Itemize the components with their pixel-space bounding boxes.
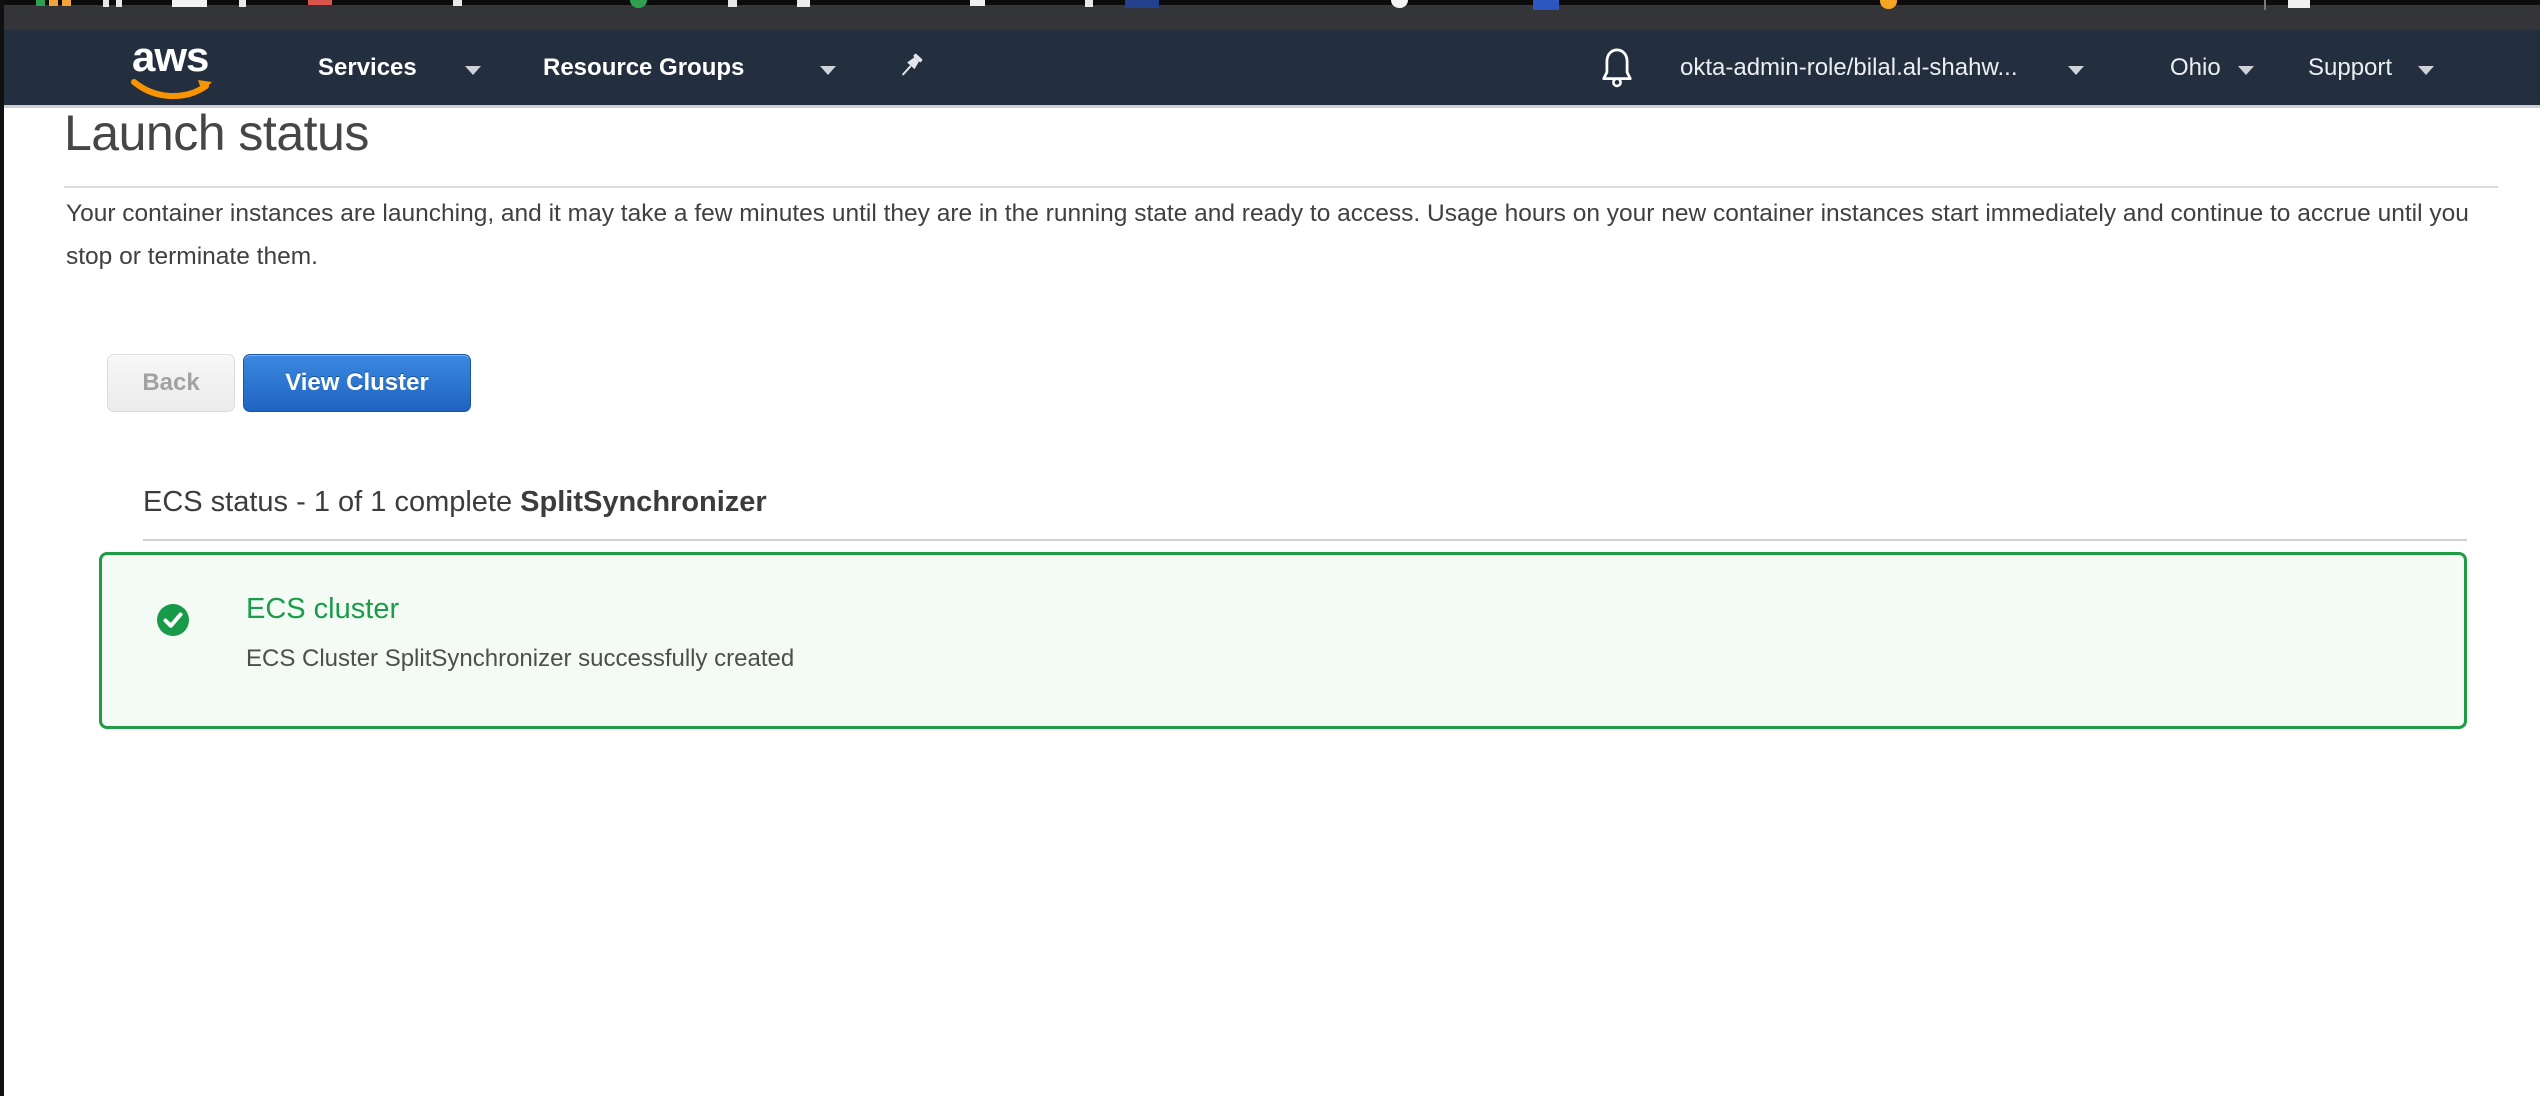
title-divider	[64, 186, 2498, 188]
nav-services[interactable]: Services	[318, 30, 417, 105]
status-card-title: ECS cluster	[246, 593, 399, 626]
browser-toolbar-icon	[1533, 0, 1559, 10]
nav-notifications-button[interactable]	[1600, 30, 1634, 105]
ecs-status-heading: ECS status - 1 of 1 complete SplitSynchr…	[143, 486, 767, 519]
ecs-status-cluster-name: SplitSynchronizer	[520, 486, 767, 518]
window-right-edge	[2540, 0, 2544, 108]
browser-toolbar-icon	[49, 0, 58, 6]
browser-toolbar-icon	[2288, 0, 2310, 8]
action-button-row: Back View Cluster	[107, 354, 471, 412]
aws-logo[interactable]: aws	[130, 38, 220, 100]
browser-toolbar-icon	[797, 0, 810, 7]
section-divider	[143, 539, 2467, 541]
nav-support-menu[interactable]: Support	[2308, 30, 2392, 105]
browser-toolbar-icon	[62, 0, 71, 6]
success-check-icon	[157, 604, 189, 636]
browser-toolbar-icon	[1085, 0, 1093, 7]
browser-toolbar-icon	[308, 0, 332, 5]
nav-account-label: okta-admin-role/bilal.al-shahw...	[1680, 54, 2018, 81]
account-chevron-down-icon	[2068, 66, 2084, 75]
browser-toolbar-icon	[172, 0, 207, 7]
browser-toolbar-icon	[1880, 0, 1897, 9]
nav-services-label: Services	[318, 54, 417, 81]
browser-toolbar-topline	[0, 0, 2544, 5]
resource-groups-chevron-down-icon	[820, 66, 836, 75]
ecs-cluster-status-card: ECS cluster ECS Cluster SplitSynchronize…	[99, 552, 2467, 729]
browser-toolbar-icon	[1125, 0, 1159, 8]
nav-region-menu[interactable]: Ohio	[2170, 30, 2221, 105]
launch-status-description: Your container instances are launching, …	[66, 192, 2496, 278]
status-card-message: ECS Cluster SplitSynchronizer successful…	[246, 645, 794, 673]
pin-icon	[895, 51, 925, 85]
browser-toolbar-icon	[630, 0, 647, 8]
browser-toolbar-icon	[728, 0, 737, 7]
aws-smile-icon	[130, 78, 218, 102]
browser-toolbar-icon	[36, 0, 45, 6]
aws-navbar: aws Services Resource Groups	[0, 30, 2544, 108]
region-chevron-down-icon	[2238, 66, 2254, 75]
bell-icon	[1600, 46, 1634, 90]
browser-toolbar-strip	[0, 0, 2544, 30]
browser-toolbar-icon	[103, 0, 109, 7]
browser-toolbar-icon	[1391, 0, 1408, 8]
nav-pin-button[interactable]	[895, 30, 925, 105]
nav-resource-groups-label: Resource Groups	[543, 54, 744, 81]
nav-support-label: Support	[2308, 54, 2392, 81]
aws-logo-text: aws	[132, 36, 208, 78]
view-cluster-button[interactable]: View Cluster	[243, 354, 471, 412]
page-title: Launch status	[64, 104, 369, 162]
nav-region-label: Ohio	[2170, 54, 2221, 81]
nav-account-menu[interactable]: okta-admin-role/bilal.al-shahw...	[1680, 30, 2018, 105]
browser-toolbar-icon	[239, 0, 246, 7]
ecs-status-heading-prefix: ECS status - 1 of 1 complete	[143, 486, 520, 518]
back-button[interactable]: Back	[107, 354, 235, 412]
window-left-edge	[0, 0, 4, 1096]
services-chevron-down-icon	[465, 66, 481, 75]
browser-toolbar-icon	[2264, 0, 2266, 10]
browser-toolbar-icon	[116, 0, 122, 7]
screen: aws Services Resource Groups	[0, 0, 2544, 1096]
nav-resource-groups[interactable]: Resource Groups	[543, 30, 744, 105]
browser-toolbar-icon	[453, 0, 462, 6]
browser-toolbar-icon	[970, 0, 985, 6]
support-chevron-down-icon	[2418, 66, 2434, 75]
